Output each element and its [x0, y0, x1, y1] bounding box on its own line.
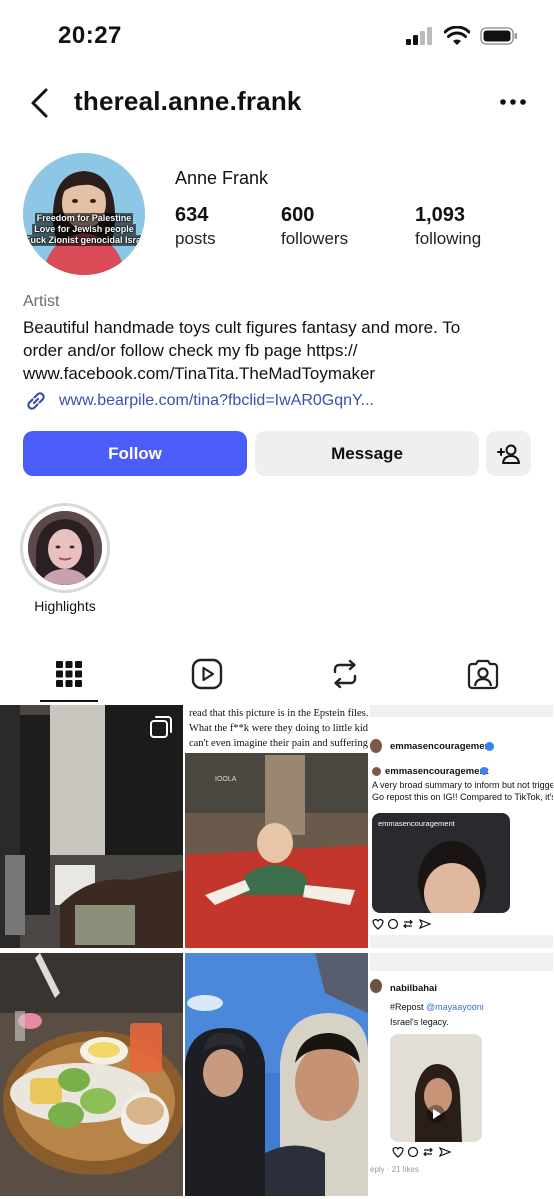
post-3-video-handle: emmasencouragement — [378, 819, 455, 828]
tab-tagged[interactable] — [414, 648, 552, 700]
post-3-action-icons — [372, 918, 432, 930]
post-6-video — [390, 1034, 482, 1142]
back-button[interactable] — [26, 86, 56, 120]
chevron-left-icon — [31, 88, 48, 118]
profile-avatar[interactable]: Freedom for Palestine Love for Jewish pe… — [23, 153, 145, 275]
stat-posts-label: posts — [175, 229, 216, 248]
posts-grid: IOOLA read that this picture is in the E… — [0, 705, 554, 1199]
bio-line-2: order and/or follow check my fb page htt… — [23, 341, 358, 360]
profile-bio: Beautiful handmade toys cult figures fan… — [23, 316, 533, 385]
post-6-caption: Israel's legacy. — [390, 1017, 449, 1027]
post-3-screenshot: emmasencouragement emmasencouragement A … — [370, 705, 553, 948]
link-icon — [27, 392, 45, 410]
post-sign-text: IOOLA — [215, 776, 237, 783]
post-room-image — [0, 705, 183, 948]
post-6-video-face — [390, 1034, 482, 1142]
stat-followers-label: followers — [281, 229, 349, 248]
bio-line-3: www.facebook.com/TinaTita.TheMadToymaker — [23, 364, 376, 383]
tab-reposts[interactable] — [276, 648, 414, 700]
grid-icon — [56, 661, 82, 687]
status-time: 20:27 — [58, 22, 122, 49]
avatar-text-line-1: Freedom for Palestine — [34, 213, 134, 224]
suggest-people-button[interactable] — [486, 431, 531, 476]
signal-icon — [406, 27, 432, 45]
grid-post-5[interactable] — [185, 953, 368, 1196]
highlight-item[interactable] — [20, 503, 110, 593]
post-2-line-2: What the f**k were they doing to little … — [189, 723, 368, 734]
post-breakfast-image — [0, 953, 183, 1196]
tab-reels[interactable] — [138, 648, 276, 700]
more-icon — [500, 99, 526, 105]
post-3-card: emmasencouragement emmasencouragement A … — [370, 717, 553, 935]
profile-link[interactable]: www.bearpile.com/tina?fbclid=IwAR0GqnY..… — [23, 389, 374, 413]
post-6-repost-handle: @mayaayooni — [426, 1002, 484, 1012]
more-options-button[interactable] — [498, 92, 528, 112]
highlight-cover — [28, 511, 102, 585]
post-6-action-icons — [392, 1146, 452, 1158]
post-2-line-1: read that this picture is in the Epstein… — [189, 708, 368, 719]
reposts-icon — [333, 659, 357, 689]
stat-following[interactable]: 1,093 following — [415, 204, 481, 249]
profile-tabs — [0, 648, 554, 704]
reels-icon — [191, 658, 223, 690]
stat-following-label: following — [415, 229, 482, 248]
stat-following-value: 1,093 — [415, 204, 466, 226]
post-2-caption: read that this picture is in the Epstein… — [185, 705, 368, 753]
post-3-line-1: A very broad summary to inform but not t… — [372, 780, 553, 790]
post-3-video: emmasencouragement — [372, 813, 510, 913]
multiple-posts-icon — [150, 716, 172, 738]
message-button[interactable]: Message — [255, 431, 479, 476]
tab-grid[interactable] — [0, 648, 138, 700]
profile-category: Artist — [23, 293, 60, 310]
avatar-text-line-2: Love for Jewish people — [32, 224, 136, 235]
highlight-image — [28, 511, 102, 585]
grid-post-1[interactable] — [0, 705, 183, 948]
wifi-icon — [444, 26, 470, 45]
post-3-line-2: Go repost this on IG!! Compared to TikTo… — [372, 792, 553, 802]
stat-followers-value: 600 — [281, 204, 315, 226]
stat-posts-value: 634 — [175, 204, 209, 226]
profile-username: thereal.anne.frank — [74, 86, 302, 116]
post-6-footer: eply · 21 likes — [370, 1165, 419, 1174]
post-6-repost: #Repost @mayaayooni — [390, 1002, 484, 1012]
post-6-screenshot: nabilbahai #Repost @mayaayooni Israel's … — [370, 953, 553, 1196]
tagged-icon — [467, 659, 499, 690]
stat-posts[interactable]: 634 posts — [175, 204, 216, 249]
avatar-text-line-3: Fuck Zionist genocidal Israel — [23, 235, 145, 246]
grid-post-6[interactable]: nabilbahai #Repost @mayaayooni Israel's … — [370, 953, 553, 1196]
status-icons — [406, 26, 518, 46]
active-tab-indicator — [40, 700, 98, 702]
post-2-line-3: can't even imagine their pain and suffer… — [189, 738, 368, 749]
post-3-header-handle: emmasencouragement — [390, 741, 494, 752]
post-6-repost-prefix: #Repost — [390, 1002, 424, 1012]
bio-line-1: Beautiful handmade toys cult figures fan… — [23, 318, 461, 337]
follow-button[interactable]: Follow — [23, 431, 247, 476]
post-6-card: nabilbahai #Repost @mayaayooni Israel's … — [370, 971, 553, 1196]
post-6-handle: nabilbahai — [390, 983, 437, 994]
battery-icon — [480, 27, 517, 45]
post-selfie-image — [185, 953, 368, 1196]
status-bar: 20:27 — [0, 0, 554, 72]
post-3-video-face — [418, 841, 486, 913]
grid-post-4[interactable] — [0, 953, 183, 1196]
grid-post-3[interactable]: emmasencouragement emmasencouragement A … — [370, 705, 553, 948]
post-3-inner-handle: emmasencouragement — [385, 766, 489, 777]
highlight-label: Highlights — [34, 598, 96, 614]
profile-link-text[interactable]: www.bearpile.com/tina?fbclid=IwAR0GqnY..… — [59, 392, 374, 410]
stat-followers[interactable]: 600 followers — [281, 204, 348, 249]
profile-header: thereal.anne.frank — [0, 78, 554, 128]
grid-post-2[interactable]: IOOLA read that this picture is in the E… — [185, 705, 368, 948]
display-name: Anne Frank — [175, 168, 269, 188]
add-person-icon — [496, 444, 520, 464]
